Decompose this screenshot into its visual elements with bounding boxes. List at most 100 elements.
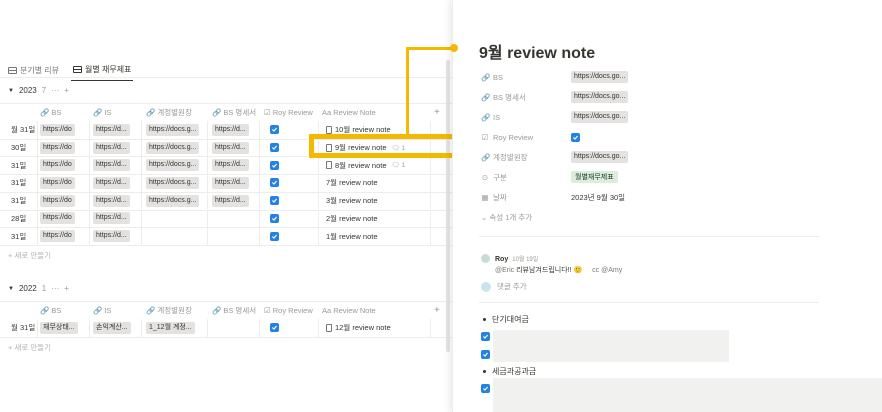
column-header[interactable]: 🔗 BS 명세서: [212, 103, 256, 121]
review-checkbox[interactable]: [270, 210, 279, 228]
date-cell[interactable]: 30일: [11, 139, 26, 157]
review-note-cell[interactable]: 2월 review note: [326, 210, 378, 228]
url-pill[interactable]: https://do: [40, 212, 75, 225]
url-cell[interactable]: https://d...: [93, 227, 130, 245]
url-cell[interactable]: https://d...: [93, 139, 130, 157]
review-note-cell[interactable]: 3월 review note: [326, 192, 378, 210]
table-row[interactable]: 월 31일 재무상태... 손익계산... 1_12월 계정... 12월 review…: [0, 319, 452, 337]
url-pill[interactable]: https://do: [40, 194, 75, 207]
url-cell[interactable]: https://do: [40, 227, 75, 245]
review-checkbox[interactable]: [270, 174, 279, 192]
property-row[interactable]: ▦ 날짜 2023년 9월 30일: [481, 188, 861, 206]
url-pill[interactable]: 손익계산...: [93, 321, 131, 334]
url-pill[interactable]: https://docs.go...: [571, 91, 629, 103]
note-title[interactable]: 7월 review note: [326, 177, 378, 188]
property-value[interactable]: https://docs.go...: [571, 111, 629, 123]
page-title[interactable]: 9월 review note: [479, 39, 595, 63]
url-pill[interactable]: https://d...: [212, 141, 249, 154]
url-cell[interactable]: https://d...: [93, 174, 130, 192]
url-cell[interactable]: https://d...: [212, 156, 249, 174]
review-note-cell[interactable]: 8월 review note 🗨 1: [326, 156, 405, 174]
url-pill[interactable]: https://d...: [212, 176, 249, 189]
url-cell[interactable]: 재무상태...: [40, 319, 78, 337]
property-row[interactable]: 🔗 BS 명세서 https://docs.go...: [481, 88, 861, 106]
property-value[interactable]: 2023년 9월 30일: [571, 192, 625, 203]
column-header[interactable]: ☑ Roy Review: [264, 301, 313, 319]
url-pill[interactable]: https://docs.g...: [146, 141, 200, 154]
review-note-cell[interactable]: 12월 review note: [326, 319, 391, 337]
url-pill[interactable]: https://docs.g...: [146, 194, 200, 207]
date-value[interactable]: 2023년 9월 30일: [571, 192, 625, 203]
url-pill[interactable]: https://d...: [93, 176, 130, 189]
review-checkbox[interactable]: [270, 319, 279, 337]
url-cell[interactable]: https://d...: [93, 121, 130, 139]
property-row[interactable]: 🔗 IS https://docs.go...: [481, 108, 861, 126]
toggle-triangle-icon[interactable]: ▼: [8, 88, 14, 94]
url-cell[interactable]: https://d...: [93, 210, 130, 228]
date-cell[interactable]: 월 31일: [11, 319, 35, 337]
url-pill[interactable]: https://d...: [93, 141, 130, 154]
date-cell[interactable]: 31일: [11, 174, 26, 192]
url-cell[interactable]: https://d...: [93, 156, 130, 174]
todo-checkbox[interactable]: [481, 332, 490, 341]
url-cell[interactable]: https://d...: [212, 174, 249, 192]
url-pill[interactable]: https://d...: [93, 212, 130, 225]
url-pill[interactable]: https://d...: [212, 194, 249, 207]
url-cell[interactable]: https://docs.g...: [146, 174, 200, 192]
review-checkbox[interactable]: [270, 139, 279, 157]
url-cell[interactable]: 1_12월 계정...: [146, 319, 195, 337]
url-pill[interactable]: https://d...: [93, 230, 130, 243]
column-header[interactable]: ☑ Roy Review: [264, 103, 313, 121]
url-pill[interactable]: 1_12월 계정...: [146, 321, 195, 334]
add-column-icon[interactable]: +: [434, 103, 440, 121]
property-row[interactable]: ☑ Roy Review: [481, 128, 861, 146]
review-checkbox[interactable]: [270, 156, 279, 174]
url-cell[interactable]: https://do: [40, 192, 75, 210]
url-cell[interactable]: https://docs.g...: [146, 192, 200, 210]
column-header[interactable]: Aa Review Note: [322, 103, 376, 121]
table-row[interactable]: 31일 https://do https://d... https://docs.g.…: [0, 191, 452, 210]
table-row[interactable]: 31일 https://do https://d... 1월 review note: [0, 227, 452, 245]
todo-checkbox[interactable]: [481, 350, 490, 359]
more-icon[interactable]: ···: [51, 284, 59, 293]
group-header[interactable]: ▼ 2023 7 ··· +: [8, 86, 69, 95]
cc-mention[interactable]: cc @Amy: [592, 267, 622, 274]
url-cell[interactable]: https://d...: [212, 139, 249, 157]
property-value[interactable]: 월별재무제표: [571, 171, 618, 183]
property-value[interactable]: https://docs.go...: [571, 151, 629, 163]
property-row[interactable]: 🔗 BS https://docs.go...: [481, 68, 861, 86]
column-header[interactable]: 🔗 BS 명세서: [212, 301, 256, 319]
url-pill[interactable]: https://docs.go...: [571, 151, 629, 163]
date-cell[interactable]: 28일: [11, 210, 26, 228]
url-pill[interactable]: https://d...: [212, 159, 249, 172]
review-checkbox[interactable]: [270, 121, 279, 139]
review-note-cell[interactable]: 1월 review note: [326, 227, 378, 245]
url-pill[interactable]: https://docs.go...: [571, 111, 629, 123]
url-cell[interactable]: https://d...: [212, 192, 249, 210]
url-cell[interactable]: https://do: [40, 156, 75, 174]
tab-monthly-financials[interactable]: 월별 재무제표: [71, 62, 134, 81]
property-row[interactable]: 🔗 계정별원장 https://docs.go...: [481, 148, 861, 166]
url-cell[interactable]: https://d...: [93, 192, 130, 210]
add-property-button[interactable]: ⌄ 속성 1개 추가: [481, 212, 532, 223]
plus-icon[interactable]: +: [64, 284, 69, 293]
url-cell[interactable]: https://do: [40, 210, 75, 228]
url-cell[interactable]: https://docs.g...: [146, 139, 200, 157]
url-pill[interactable]: https://do: [40, 230, 75, 243]
date-cell[interactable]: 31일: [11, 192, 26, 210]
column-header[interactable]: 🔗 IS: [93, 301, 111, 319]
column-header[interactable]: 🔗 BS: [40, 301, 61, 319]
table-row[interactable]: 31일 https://do https://d... https://docs.g.…: [0, 174, 452, 192]
url-pill[interactable]: https://d...: [93, 159, 130, 172]
column-header[interactable]: Aa Review Note: [322, 301, 376, 319]
url-cell[interactable]: 손익계산...: [93, 319, 131, 337]
column-header[interactable]: 🔗 IS: [93, 103, 111, 121]
column-header[interactable]: 🔗 BS: [40, 103, 61, 121]
bullet-item[interactable]: 세금과공과금: [483, 366, 536, 377]
url-cell[interactable]: https://do: [40, 121, 75, 139]
url-cell[interactable]: https://docs.g...: [146, 121, 200, 139]
url-pill[interactable]: https://docs.g...: [146, 159, 200, 172]
property-row[interactable]: ⊙ 구분 월별재무제표: [481, 168, 861, 186]
date-cell[interactable]: 31일: [11, 227, 26, 245]
column-header[interactable]: 🔗 계정별원장: [146, 301, 192, 319]
